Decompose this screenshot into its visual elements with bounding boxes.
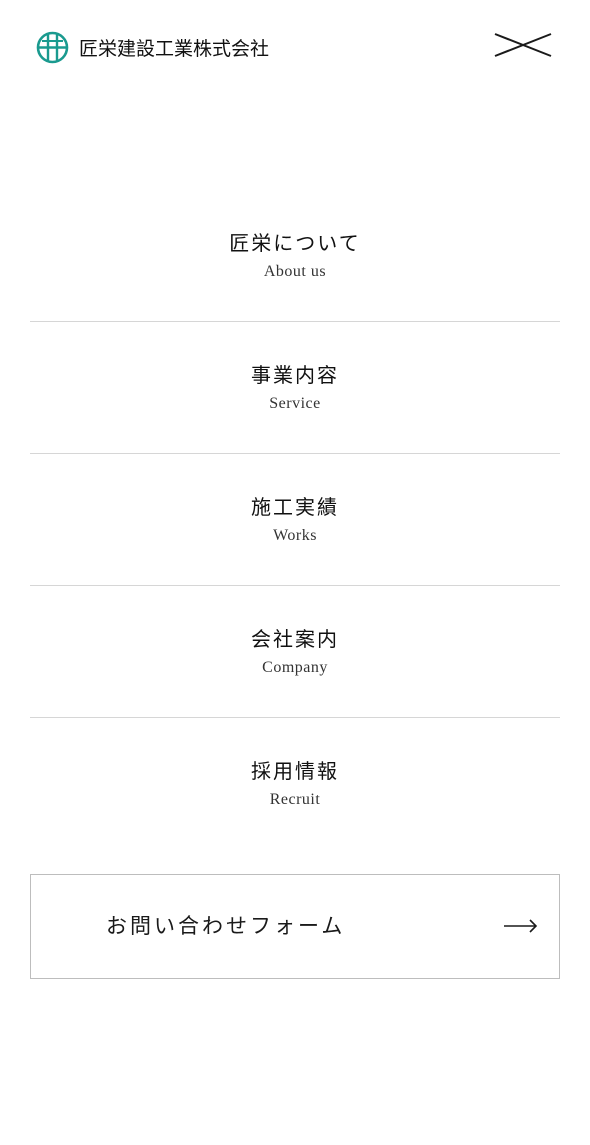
nav-item-label-en: Works (273, 526, 317, 544)
nav-item-label-ja: 事業内容 (251, 362, 339, 387)
company-name: 匠栄建設工業株式会社 (79, 37, 270, 60)
company-logo-emblem-icon (36, 31, 69, 63)
menu-close-button[interactable] (493, 30, 553, 60)
nav-item-service[interactable]: 事業内容 Service (30, 322, 560, 454)
nav-item-label-en: About us (263, 262, 327, 280)
nav-item-label-en: Recruit (269, 791, 321, 808)
nav-item-label-en: Company (262, 658, 328, 676)
contact-form-button[interactable]: お問い合わせフォーム (30, 874, 560, 979)
contact-form-label: お問い合わせフォーム (106, 914, 346, 938)
nav-item-label-ja: 採用情報 (251, 759, 339, 783)
company-logo[interactable]: 匠栄建設工業株式会社 (36, 30, 269, 64)
nav-item-company[interactable]: 会社案内 Company (30, 586, 560, 718)
main-nav-menu: 匠栄について About us 事業内容 Service 施工実績 Works … (30, 190, 560, 850)
nav-item-label-ja: 会社案内 (251, 626, 339, 651)
nav-item-works[interactable]: 施工実績 Works (30, 454, 560, 586)
close-x-icon (494, 33, 552, 57)
nav-item-about[interactable]: 匠栄について About us (30, 190, 560, 322)
site-header: 匠栄建設工業株式会社 (0, 0, 590, 92)
nav-item-recruit[interactable]: 採用情報 Recruit (30, 718, 560, 850)
nav-item-label-ja: 匠栄について (229, 230, 361, 255)
nav-item-label-en: Service (269, 394, 321, 412)
arrow-right-icon (503, 916, 539, 936)
nav-item-label-ja: 施工実績 (251, 494, 339, 519)
